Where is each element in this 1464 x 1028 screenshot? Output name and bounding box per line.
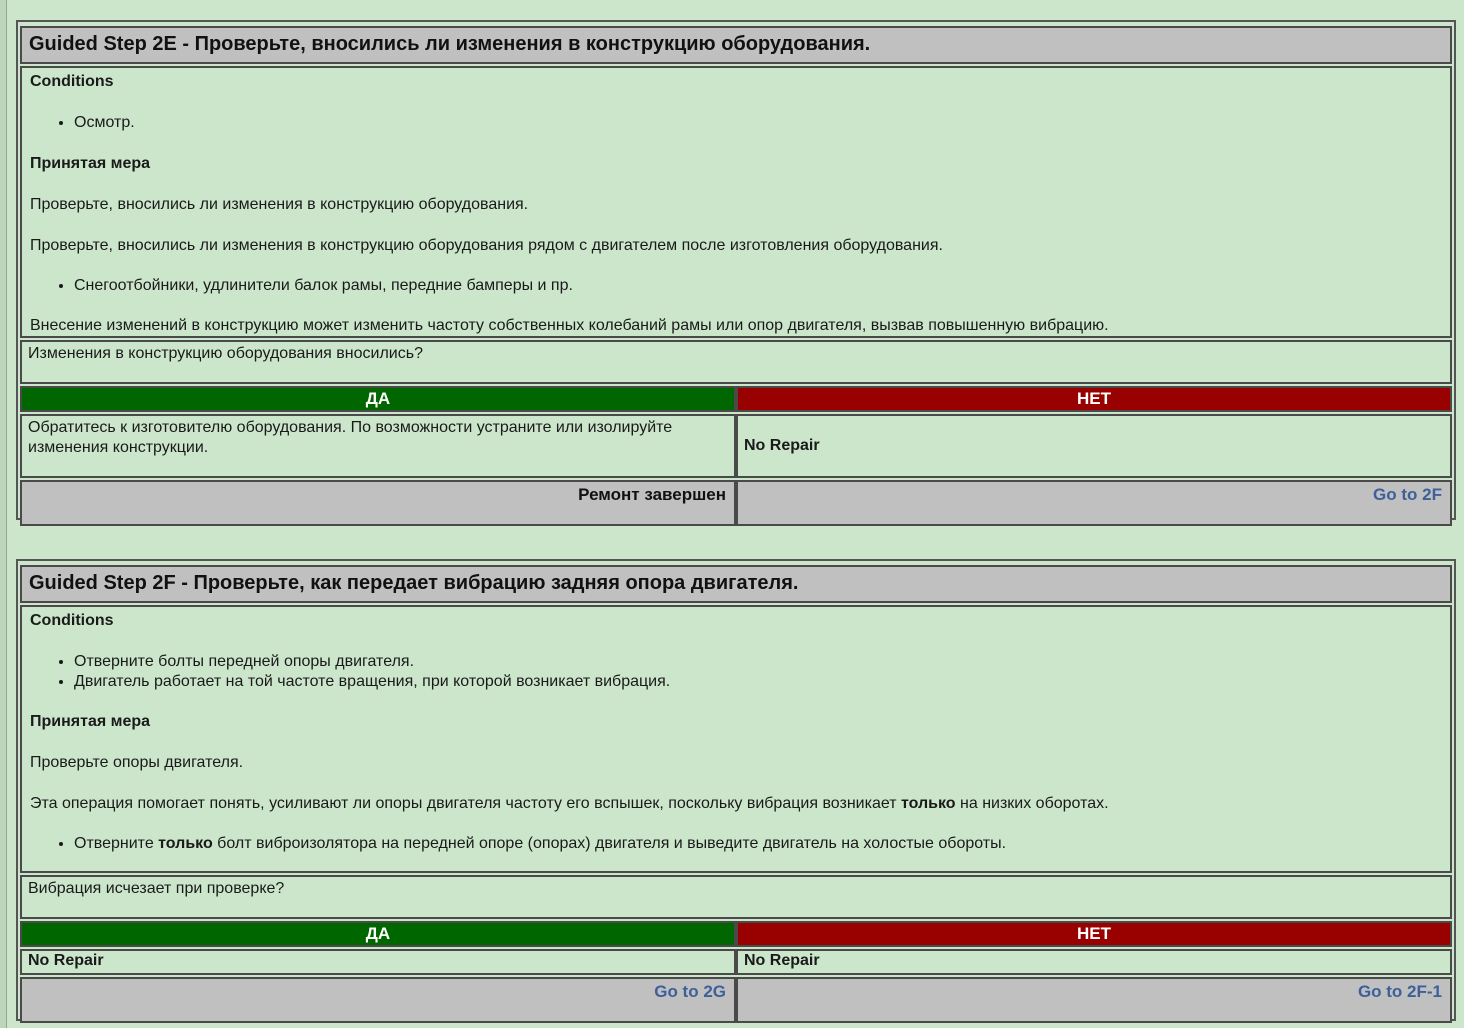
step-2f-bullet-list: Отверните только болт виброизолятора на … (30, 834, 1442, 854)
step-2e-no-result: No Repair (736, 414, 1452, 478)
step-2f-body: Conditions Отверните болты передней опор… (20, 605, 1452, 873)
step-2f-paragraph-2-start: Эта операция помогает понять, усиливают … (30, 795, 901, 812)
step-2e-conditions-list: Осмотр. (30, 113, 1442, 133)
step-2e-action-label: Принятая мера (30, 155, 151, 172)
step-2f-action-label: Принятая мера (30, 713, 151, 730)
step-2e-condition-item: Осмотр. (74, 113, 1442, 133)
step-2f-bullet-start: Отверните (74, 835, 159, 852)
step-2f-yes-result: No Repair (20, 949, 736, 975)
step-2e-no-header: НЕТ (736, 386, 1452, 412)
step-2f-yes-header: ДА (20, 921, 736, 947)
step-2e-paragraph-2: Проверьте, вносились ли изменения в конс… (30, 237, 943, 254)
step-2f-bullet-emphasis: только (158, 835, 213, 852)
step-2e-question: Изменения в конструкцию оборудования вно… (20, 340, 1452, 384)
step-2e-bullet-item: Снегоотбойники, удлинители балок рамы, п… (74, 276, 1442, 296)
step-2f-paragraph-1: Проверьте опоры двигателя. (30, 754, 244, 771)
step-2f-bullet-item: Отверните только болт виброизолятора на … (74, 834, 1442, 854)
step-2f-no-result: No Repair (736, 949, 1452, 975)
go-to-2f-1-link[interactable]: Go to 2F-1 (1358, 982, 1442, 1001)
step-2e-conditions-label: Conditions (30, 73, 114, 90)
go-to-2g-link[interactable]: Go to 2G (654, 982, 726, 1001)
step-2e-yes-result: Обратитесь к изготовителю оборудования. … (20, 414, 736, 478)
step-2e-title: Guided Step 2E - Проверьте, вносились ли… (20, 26, 1452, 64)
step-2f-title: Guided Step 2F - Проверьте, как передает… (20, 565, 1452, 603)
step-2f-bullet-end: болт виброизолятора на передней опоре (о… (212, 835, 1007, 852)
step-2f-yes-footer: Go to 2G (20, 977, 736, 1023)
step-2e-yes-header: ДА (20, 386, 736, 412)
step-2f-conditions-label: Conditions (30, 612, 114, 629)
step-2f-conditions-list: Отверните болты передней опоры двигателя… (30, 652, 1442, 692)
step-2f-question: Вибрация исчезает при проверке? (20, 875, 1452, 919)
guided-step-2e: Guided Step 2E - Проверьте, вносились ли… (16, 20, 1456, 526)
step-2e-paragraph-3: Внесение изменений в конструкцию может и… (30, 317, 1109, 334)
step-2f-condition-item: Отверните болты передней опоры двигателя… (74, 652, 1442, 672)
guided-step-2f: Guided Step 2F - Проверьте, как передает… (16, 559, 1456, 1023)
step-2e-no-footer: Go to 2F (736, 480, 1452, 526)
step-2f-condition-item: Двигатель работает на той частоте вращен… (74, 672, 1442, 692)
step-2f-paragraph-2: Эта операция помогает понять, усиливают … (30, 794, 1442, 814)
step-2e-yes-footer: Ремонт завершен (20, 480, 736, 526)
step-2f-paragraph-2-emphasis: только (900, 795, 956, 812)
step-2f-table: Guided Step 2F - Проверьте, как передает… (20, 563, 1452, 1025)
left-edge-rule (0, 0, 7, 1028)
step-2f-paragraph-2-end: на низких оборотах. (955, 795, 1109, 812)
step-2e-body: Conditions Осмотр. Принятая мера Проверь… (20, 66, 1452, 338)
go-to-2f-link[interactable]: Go to 2F (1373, 485, 1442, 504)
step-2e-paragraph-1: Проверьте, вносились ли изменения в конс… (30, 196, 529, 213)
step-2f-no-header: НЕТ (736, 921, 1452, 947)
step-2f-no-footer: Go to 2F-1 (736, 977, 1452, 1023)
step-2e-table: Guided Step 2E - Проверьте, вносились ли… (20, 24, 1452, 528)
repair-complete-text: Ремонт завершен (578, 485, 726, 504)
step-2e-bullet-list: Снегоотбойники, удлинители балок рамы, п… (30, 276, 1442, 296)
